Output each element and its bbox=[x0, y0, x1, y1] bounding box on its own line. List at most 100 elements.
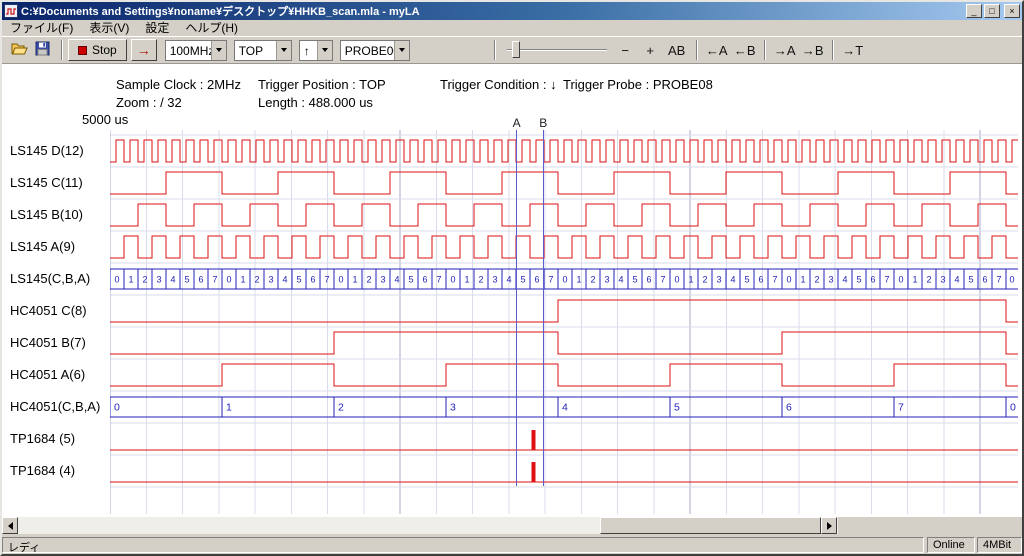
svg-text:6: 6 bbox=[786, 402, 792, 414]
maximize-button[interactable]: □ bbox=[984, 4, 1000, 18]
zoom-slider-thumb[interactable] bbox=[512, 41, 520, 58]
menu-bar: ファイル(F) 表示(V) 設定 ヘルプ(H) bbox=[2, 20, 1022, 36]
zoom-slider[interactable] bbox=[507, 40, 607, 60]
svg-text:1: 1 bbox=[128, 275, 133, 285]
ab-range-button[interactable]: AB bbox=[663, 39, 691, 61]
svg-text:3: 3 bbox=[828, 275, 833, 285]
trigger-position-info: Trigger Position : TOP bbox=[258, 77, 386, 92]
svg-text:6: 6 bbox=[870, 275, 875, 285]
svg-text:0: 0 bbox=[1010, 402, 1016, 414]
chevron-down-icon[interactable] bbox=[276, 41, 291, 60]
goto-a-left-button[interactable]: ←A bbox=[703, 39, 731, 61]
svg-text:2: 2 bbox=[142, 275, 147, 285]
toolbar-separator bbox=[764, 40, 766, 60]
svg-text:0: 0 bbox=[450, 275, 455, 285]
chevron-down-icon[interactable] bbox=[317, 41, 332, 60]
close-button[interactable]: × bbox=[1004, 4, 1020, 18]
goto-a-right-button[interactable]: →A bbox=[771, 39, 799, 61]
svg-text:4: 4 bbox=[394, 275, 399, 285]
trigger-position-select[interactable]: TOP bbox=[234, 40, 292, 61]
svg-text:7: 7 bbox=[660, 275, 665, 285]
svg-text:2: 2 bbox=[702, 275, 707, 285]
trigger-edge-select[interactable]: ↑ bbox=[299, 40, 333, 61]
goto-b-right-button[interactable]: →B bbox=[799, 39, 827, 61]
svg-text:5: 5 bbox=[296, 275, 301, 285]
title-bar[interactable]: C:¥Documents and Settings¥noname¥デスクトップ¥… bbox=[2, 2, 1022, 20]
minimize-button[interactable]: _ bbox=[966, 4, 982, 18]
menu-item-file[interactable]: ファイル(F) bbox=[2, 20, 81, 36]
status-memory: 4MBit bbox=[977, 537, 1022, 553]
channel-label: HC4051 C(8) bbox=[10, 303, 87, 319]
svg-text:1: 1 bbox=[352, 275, 357, 285]
cursor-a-label[interactable]: A bbox=[511, 116, 523, 130]
svg-text:6: 6 bbox=[422, 275, 427, 285]
svg-text:7: 7 bbox=[884, 275, 889, 285]
horizontal-scrollbar[interactable] bbox=[2, 517, 838, 534]
channel-label: HC4051 A(6) bbox=[10, 367, 85, 383]
svg-text:3: 3 bbox=[380, 275, 385, 285]
svg-text:6: 6 bbox=[646, 275, 651, 285]
zoom-in-button[interactable]: + bbox=[638, 39, 663, 61]
run-button[interactable]: → bbox=[131, 39, 157, 61]
chevron-down-icon[interactable] bbox=[211, 41, 226, 60]
arrow-right-icon bbox=[827, 522, 832, 530]
stop-icon bbox=[78, 46, 87, 55]
svg-text:5: 5 bbox=[184, 275, 189, 285]
cursor-b-label[interactable]: B bbox=[537, 116, 549, 130]
zoom-slider-track[interactable] bbox=[507, 49, 607, 51]
zoom-out-button[interactable]: − bbox=[613, 39, 638, 61]
svg-text:3: 3 bbox=[716, 275, 721, 285]
svg-text:4: 4 bbox=[618, 275, 623, 285]
channel-label: LS145 C(11) bbox=[10, 175, 83, 191]
channel-label: LS145 A(9) bbox=[10, 239, 75, 255]
svg-text:7: 7 bbox=[548, 275, 553, 285]
folder-open-icon bbox=[11, 41, 28, 56]
svg-text:1: 1 bbox=[240, 275, 245, 285]
open-file-button[interactable] bbox=[8, 39, 30, 61]
svg-text:4: 4 bbox=[170, 275, 175, 285]
svg-text:7: 7 bbox=[996, 275, 1001, 285]
svg-text:1: 1 bbox=[226, 402, 232, 414]
svg-text:1: 1 bbox=[800, 275, 805, 285]
svg-text:5: 5 bbox=[674, 402, 680, 414]
menu-item-settings[interactable]: 設定 bbox=[137, 20, 177, 36]
svg-text:2: 2 bbox=[338, 402, 344, 414]
toolbar-separator bbox=[696, 40, 698, 60]
waveform-plot[interactable]: 0123456701234567012345670123456701234567… bbox=[110, 130, 1018, 517]
stop-button[interactable]: Stop bbox=[68, 39, 127, 61]
svg-text:2: 2 bbox=[926, 275, 931, 285]
svg-text:1: 1 bbox=[912, 275, 917, 285]
scrollbar-left-arrow[interactable] bbox=[2, 517, 18, 534]
svg-text:1: 1 bbox=[688, 275, 693, 285]
goto-trigger-button[interactable]: →T bbox=[839, 39, 867, 61]
svg-text:1: 1 bbox=[464, 275, 469, 285]
menu-item-view[interactable]: 表示(V) bbox=[81, 20, 137, 36]
sample-clock-info: Sample Clock : 2MHz bbox=[116, 77, 241, 92]
svg-text:7: 7 bbox=[324, 275, 329, 285]
svg-text:4: 4 bbox=[562, 402, 568, 414]
scrollbar-right-arrow[interactable] bbox=[821, 517, 837, 534]
probe-select[interactable]: PROBE00 bbox=[340, 40, 410, 61]
goto-b-left-button[interactable]: ←B bbox=[731, 39, 759, 61]
svg-text:7: 7 bbox=[436, 275, 441, 285]
channel-label: LS145 B(10) bbox=[10, 207, 83, 223]
chevron-down-icon[interactable] bbox=[394, 41, 409, 60]
svg-text:6: 6 bbox=[982, 275, 987, 285]
svg-text:3: 3 bbox=[268, 275, 273, 285]
sample-clock-select[interactable]: 100MHz bbox=[165, 40, 227, 61]
save-button[interactable] bbox=[32, 39, 54, 61]
channel-label: TP1684 (5) bbox=[10, 431, 75, 447]
channel-label: HC4051(C,B,A) bbox=[10, 399, 100, 415]
scrollbar-thumb[interactable] bbox=[600, 517, 821, 534]
arrow-left-icon bbox=[8, 522, 13, 530]
svg-text:4: 4 bbox=[954, 275, 959, 285]
svg-text:5: 5 bbox=[632, 275, 637, 285]
waveform-client-area: Sample Clock : 2MHz Trigger Position : T… bbox=[2, 64, 1022, 517]
svg-text:0: 0 bbox=[562, 275, 567, 285]
svg-text:4: 4 bbox=[506, 275, 511, 285]
svg-text:6: 6 bbox=[758, 275, 763, 285]
channel-label: TP1684 (4) bbox=[10, 463, 75, 479]
menu-item-help[interactable]: ヘルプ(H) bbox=[177, 20, 246, 36]
svg-text:7: 7 bbox=[898, 402, 904, 414]
toolbar-spacer bbox=[417, 50, 489, 51]
